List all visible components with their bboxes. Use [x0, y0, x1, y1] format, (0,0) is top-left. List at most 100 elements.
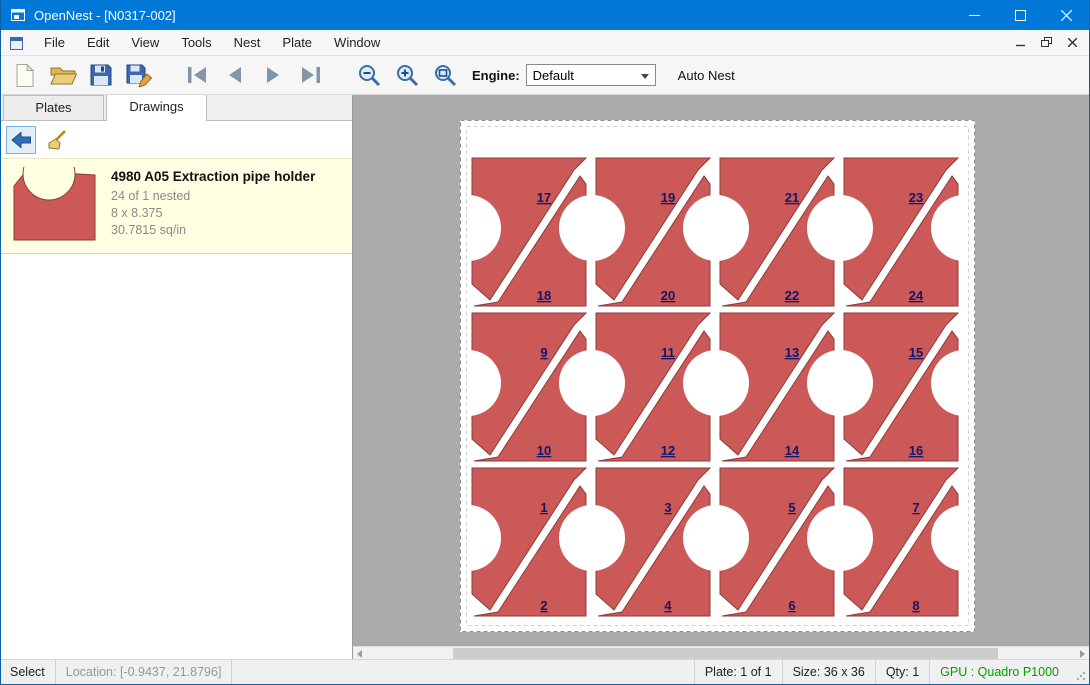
- title-bar: OpenNest - [N0317-002]: [1, 0, 1089, 30]
- last-arrow-icon: [299, 65, 323, 85]
- open-file-button[interactable]: [45, 58, 81, 92]
- close-button[interactable]: [1043, 0, 1089, 30]
- caption-buttons: [951, 0, 1089, 30]
- status-bar: Select Location: [-0.9437, 21.8796] Plat…: [1, 659, 1089, 684]
- panel-tabstrip: Plates Drawings: [1, 95, 352, 121]
- part-number: 10: [537, 443, 551, 458]
- next-arrow-icon: [262, 65, 284, 85]
- menu-window[interactable]: Window: [323, 31, 391, 54]
- nest-canvas[interactable]: 171819202122232491011121314151612345678: [353, 95, 1089, 659]
- mdi-restore-button[interactable]: [1033, 33, 1059, 53]
- scroll-left-icon[interactable]: [357, 650, 362, 658]
- zoom-in-button[interactable]: [389, 58, 425, 92]
- part-number: 18: [537, 288, 551, 303]
- engine-select[interactable]: Default: [526, 64, 656, 86]
- arrow-left-icon: [10, 131, 32, 149]
- new-page-icon: [14, 63, 36, 88]
- main-toolbar: Engine: Default Auto Nest: [1, 56, 1089, 95]
- notch-circle: [559, 195, 625, 261]
- notch-circle: [559, 350, 625, 416]
- part-thumbnail: [9, 167, 101, 243]
- drawing-list-item[interactable]: 4980 A05 Extraction pipe holder 24 of 1 …: [1, 158, 352, 254]
- zoom-out-button[interactable]: [351, 58, 387, 92]
- floppy-pen-icon: [126, 63, 152, 88]
- save-as-button[interactable]: [121, 58, 157, 92]
- broom-icon: [46, 129, 68, 151]
- part-number: 5: [788, 500, 795, 515]
- chevron-down-icon: [641, 74, 649, 79]
- part-number: 24: [909, 288, 924, 303]
- mdi-restore-icon: [1041, 37, 1052, 48]
- menu-file[interactable]: File: [33, 31, 76, 54]
- save-button[interactable]: [83, 58, 119, 92]
- menu-nest[interactable]: Nest: [223, 31, 272, 54]
- nav-first-button[interactable]: [179, 58, 215, 92]
- prev-arrow-icon: [224, 65, 246, 85]
- status-gpu: GPU : Quadro P1000: [929, 660, 1075, 684]
- app-icon: [10, 7, 26, 23]
- mdi-close-icon: [1068, 38, 1077, 47]
- magnifier-plus-icon: [396, 64, 419, 87]
- magnifier-minus-icon: [358, 64, 381, 87]
- part-number: 9: [540, 345, 547, 360]
- status-spacer: [232, 660, 693, 684]
- minimize-button[interactable]: [951, 0, 997, 30]
- resize-grip[interactable]: [1075, 660, 1089, 684]
- tab-plates[interactable]: Plates: [3, 95, 104, 120]
- menu-tools[interactable]: Tools: [170, 31, 222, 54]
- status-size: Size: 36 x 36: [782, 660, 875, 684]
- notch-circle: [683, 195, 749, 261]
- scroll-right-icon[interactable]: [1080, 650, 1085, 658]
- part-number: 23: [909, 190, 923, 205]
- notch-circle: [683, 505, 749, 571]
- drawing-nested-count: 24 of 1 nested: [111, 188, 315, 205]
- nav-prev-button[interactable]: [217, 58, 253, 92]
- part-number: 8: [912, 598, 919, 613]
- load-drawing-button[interactable]: [6, 126, 36, 154]
- notch-circle: [559, 505, 625, 571]
- scrollbar-thumb[interactable]: [453, 648, 998, 659]
- status-qty: Qty: 1: [875, 660, 929, 684]
- content-area: Plates Drawings: [1, 95, 1089, 659]
- menu-edit[interactable]: Edit: [76, 31, 120, 54]
- zoom-fit-button[interactable]: [427, 58, 463, 92]
- drawing-title: 4980 A05 Extraction pipe holder: [111, 169, 315, 184]
- part-number: 21: [785, 190, 799, 205]
- nav-next-button[interactable]: [255, 58, 291, 92]
- app-window: OpenNest - [N0317-002] File Ed: [0, 0, 1090, 685]
- menu-view[interactable]: View: [120, 31, 170, 54]
- document-icon[interactable]: [9, 36, 25, 50]
- part-number: 12: [661, 443, 675, 458]
- folder-icon: [50, 64, 77, 86]
- part-number: 16: [909, 443, 923, 458]
- notch-circle: [807, 195, 873, 261]
- mdi-minimize-button[interactable]: [1007, 33, 1033, 53]
- nav-last-button[interactable]: [293, 58, 329, 92]
- mdi-minimize-icon: [1016, 38, 1025, 47]
- part-number: 11: [661, 345, 675, 360]
- tab-drawings[interactable]: Drawings: [106, 95, 207, 121]
- part-number: 20: [661, 288, 675, 303]
- part-number: 14: [785, 443, 800, 458]
- nest-plate[interactable]: 171819202122232491011121314151612345678: [460, 120, 975, 632]
- drawings-panel: Plates Drawings: [1, 95, 353, 659]
- horizontal-scrollbar[interactable]: [353, 646, 1089, 659]
- auto-nest-button[interactable]: Auto Nest: [672, 64, 741, 87]
- part-number: 7: [912, 500, 919, 515]
- part-number: 6: [788, 598, 795, 613]
- new-file-button[interactable]: [7, 58, 43, 92]
- drawing-area: 30.7815 sq/in: [111, 222, 315, 239]
- status-mode: Select: [1, 660, 56, 684]
- drawing-size: 8 x 8.375: [111, 205, 315, 222]
- status-location: Location: [-0.9437, 21.8796]: [56, 660, 233, 684]
- clean-drawings-button[interactable]: [42, 126, 72, 154]
- mdi-close-button[interactable]: [1059, 33, 1085, 53]
- minimize-icon: [969, 10, 980, 21]
- menu-plate[interactable]: Plate: [271, 31, 323, 54]
- part-number: 3: [664, 500, 671, 515]
- first-arrow-icon: [185, 65, 209, 85]
- maximize-button[interactable]: [997, 0, 1043, 30]
- part-number: 1: [540, 500, 547, 515]
- engine-value: Default: [533, 68, 574, 83]
- part-number: 22: [785, 288, 799, 303]
